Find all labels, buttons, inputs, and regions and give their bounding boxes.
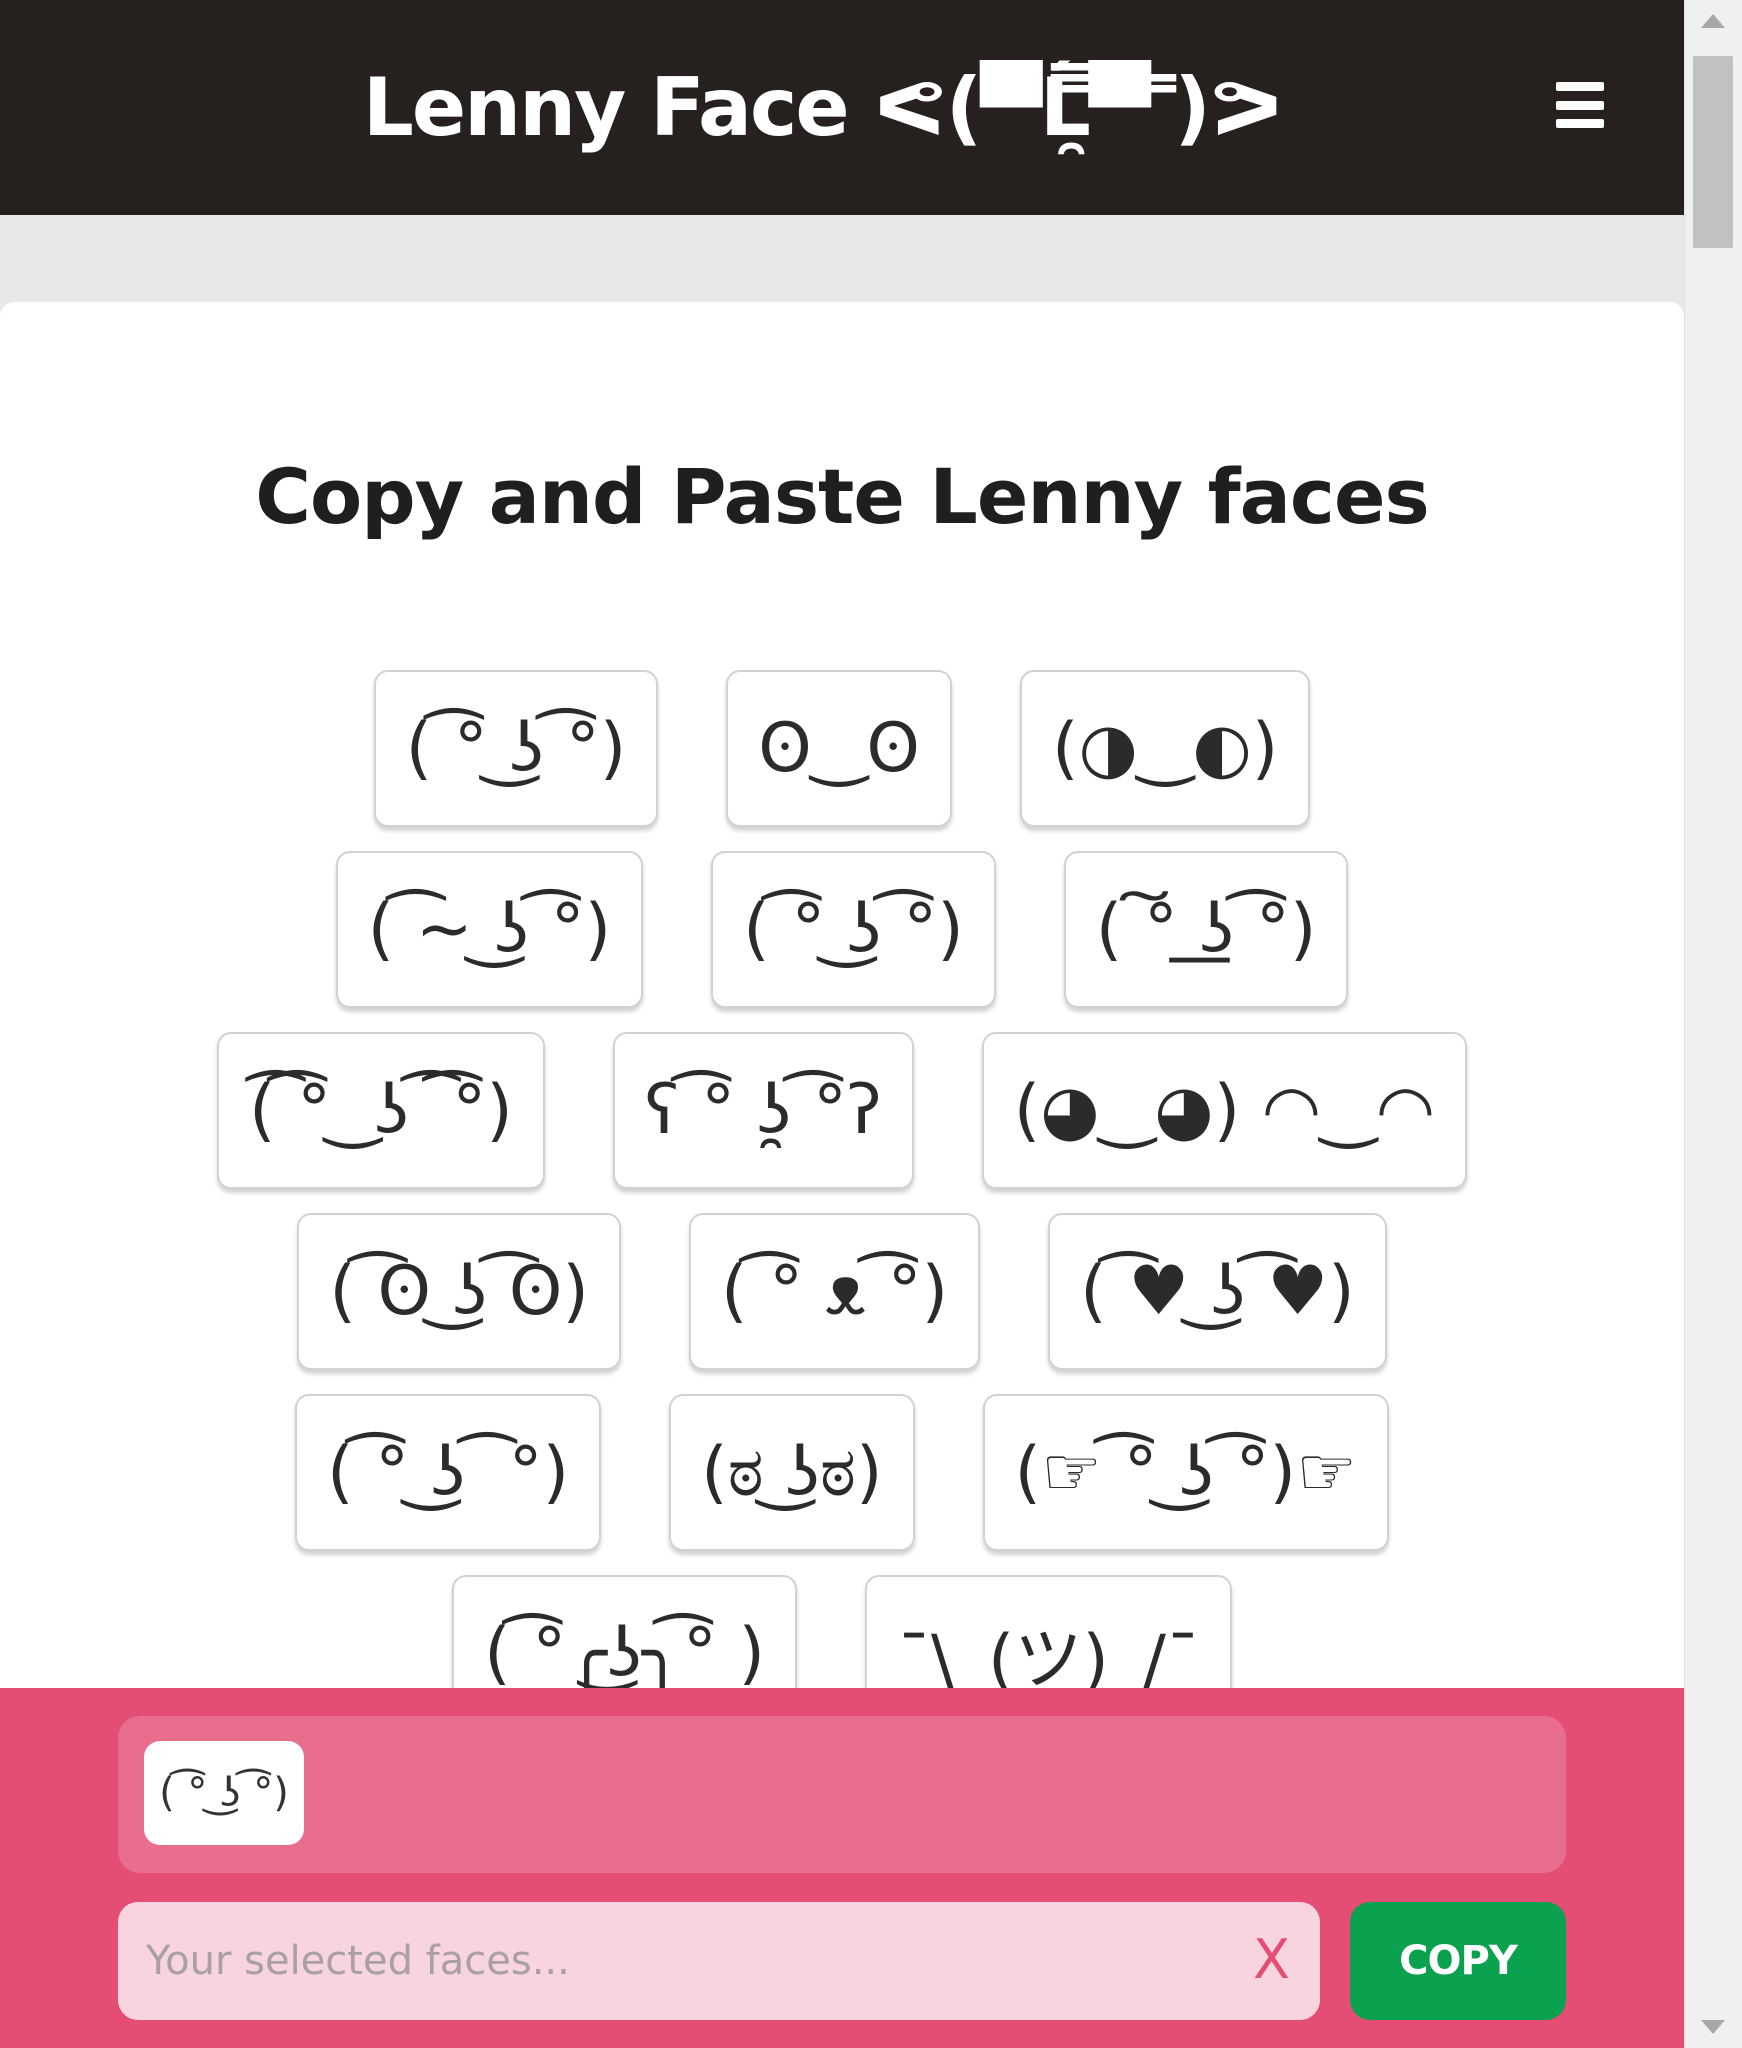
scroll-down-arrow-icon[interactable] <box>1701 2020 1725 2034</box>
copy-button[interactable]: COPY <box>1350 1902 1566 2020</box>
face-row: ( ͡° ͜ʖ ͡ °) (ಠ ͜ʖಠ) (☞ ͡° ͜ʖ ͡°)☞ <box>0 1394 1684 1551</box>
faces-grid: ( ͡° ͜ʖ ͡°) ʘ‿ʘ (◑‿◐) ( ͡~ ͜ʖ ͡°) ( ͡° ͜ʖ ͡°… <box>0 670 1684 1756</box>
face-button[interactable]: (◑‿◐) <box>1019 670 1311 827</box>
selected-faces-input[interactable] <box>146 1902 1206 2020</box>
face-button[interactable]: ( ͡° ͜ʖ ͡°) <box>373 670 659 827</box>
face-button[interactable]: (͡ ͡° ͜ ʖ ͡ ͡°) <box>216 1032 545 1189</box>
face-button[interactable]: (ಠ ͜ʖಠ) <box>669 1394 915 1551</box>
face-row: ( ͡~ ͜ʖ ͡°) ( ͡° ͜ʖ ͡°) ( ͠° ͟ʖ ͡°) <box>0 851 1684 1008</box>
menu-bar <box>1556 100 1604 110</box>
selection-bar: ( ͡° ͜ʖ ͡°) X COPY <box>0 1688 1684 2048</box>
page-title: Copy and Paste Lenny faces <box>255 452 1430 541</box>
selected-face-chip[interactable]: ( ͡° ͜ʖ ͡°) <box>144 1741 304 1845</box>
face-button[interactable]: ( ͡~ ͜ʖ ͡°) <box>335 851 644 1008</box>
site-header: Lenny Face ᕙ(▀̿̿Ĺ̯̿̿▀̿ ̿)ᕗ <box>0 0 1684 215</box>
page: Lenny Face ᕙ(▀̿̿Ĺ̯̿̿▀̿ ̿)ᕗ Copy and Past… <box>0 0 1684 2048</box>
site-logo-title[interactable]: Lenny Face ᕙ(▀̿̿Ĺ̯̿̿▀̿ ̿)ᕗ <box>363 61 1283 154</box>
vertical-scrollbar[interactable] <box>1684 0 1742 2048</box>
face-button[interactable]: ʘ‿ʘ <box>726 670 952 827</box>
face-row: ( ͡ʘ ͜ʖ ͡ʘ) ( ͡° ᴥ ͡°) ( ͡♥ ͜ʖ ͡♥) <box>0 1213 1684 1370</box>
face-button[interactable]: ( ͡ʘ ͜ʖ ͡ʘ) <box>297 1213 621 1370</box>
selected-faces-tray: ( ͡° ͜ʖ ͡°) <box>118 1716 1566 1873</box>
face-button[interactable]: ( ͠° ͟ʖ ͡°) <box>1063 851 1349 1008</box>
face-button[interactable]: ( ͡° ͜ʖ ͡ °) <box>294 1394 602 1551</box>
hamburger-menu-icon[interactable] <box>1556 82 1604 128</box>
face-button[interactable]: ʕ ͡° ʖ̯ ͡°ʔ <box>612 1032 914 1189</box>
selected-faces-field: X <box>118 1902 1320 2020</box>
menu-bar <box>1556 82 1604 91</box>
scroll-up-arrow-icon[interactable] <box>1701 14 1725 28</box>
face-row: (͡ ͡° ͜ ʖ ͡ ͡°) ʕ ͡° ʖ̯ ͡°ʔ (◕‿◕) ◠‿◠ <box>0 1032 1684 1189</box>
face-button[interactable]: ( ͡° ᴥ ͡°) <box>688 1213 981 1370</box>
face-button[interactable]: (◕‿◕) ◠‿◠ <box>981 1032 1468 1189</box>
scroll-thumb[interactable] <box>1693 56 1733 248</box>
face-button[interactable]: ( ͡° ͜ʖ ͡°) <box>711 851 996 1008</box>
menu-bar <box>1556 119 1604 128</box>
face-button[interactable]: (☞ ͡° ͜ʖ ͡°)☞ <box>982 1394 1390 1551</box>
clear-button[interactable]: X <box>1253 1928 1290 1991</box>
face-row: ( ͡° ͜ʖ ͡°) ʘ‿ʘ (◑‿◐) <box>0 670 1684 827</box>
face-button[interactable]: ( ͡♥ ͜ʖ ͡♥) <box>1048 1213 1387 1370</box>
